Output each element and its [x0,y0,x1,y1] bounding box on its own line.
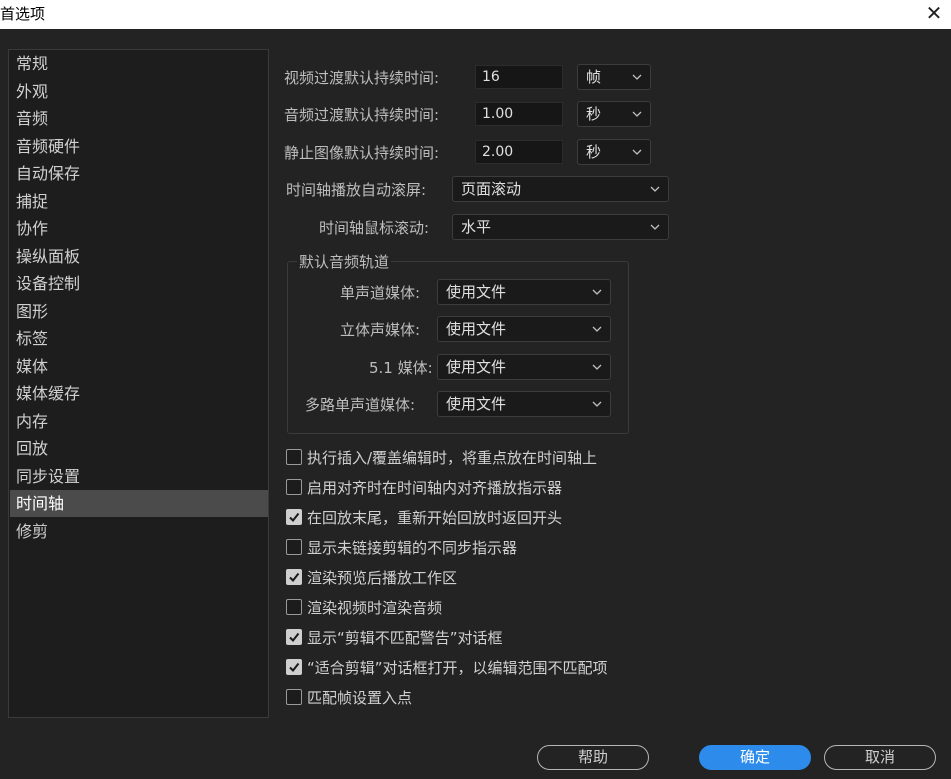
ok-button[interactable]: 确定 [699,745,811,770]
multimono-media-value: 使用文件 [446,395,507,413]
sidebar-item-capture[interactable]: 捕捉 [10,188,268,215]
window-title: 首选项 [0,5,46,23]
sidebar-item-media[interactable]: 媒体 [10,353,268,380]
default-audio-tracks-title: 默认音频轨道 [297,251,392,272]
checkmark-icon [289,632,300,643]
option-checkbox[interactable] [286,569,302,585]
still-image-unit-select[interactable]: 秒 [577,139,651,165]
multimono-media-label: 多路单声道媒体: [305,396,416,414]
video-transition-duration-label: 视频过渡默认持续时间: [284,69,440,87]
chevron-down-icon [650,224,660,230]
mono-media-value: 使用文件 [446,283,507,301]
sidebar-item-sync-settings[interactable]: 同步设置 [10,463,268,490]
chevron-down-icon [592,326,602,332]
checkmark-icon [289,572,300,583]
option-label: 执行插入/覆盖编辑时，将重点放在时间轴上 [307,449,598,467]
sidebar-item-trim[interactable]: 修剪 [10,518,268,545]
chevron-down-icon [592,289,602,295]
chevron-down-icon [592,401,602,407]
audio-transition-duration-input[interactable]: 1.00 [475,102,563,126]
help-button[interactable]: 帮助 [537,745,649,770]
sidebar-item-audio-hardware[interactable]: 音频硬件 [10,133,268,160]
video-transition-unit-select[interactable]: 帧 [577,64,651,90]
option-label: 显示未链接剪辑的不同步指示器 [307,539,518,557]
chevron-down-icon [632,111,642,117]
title-bar: 首选项 ✕ [0,0,951,29]
chevron-down-icon [592,364,602,370]
stereo-media-select[interactable]: 使用文件 [437,316,611,342]
sidebar-item-general[interactable]: 常规 [10,50,268,77]
timeline-mousescroll-value: 水平 [461,218,492,236]
stereo-media-value: 使用文件 [446,320,507,338]
option-checkbox[interactable] [286,659,302,675]
sidebar-item-media-cache[interactable]: 媒体缓存 [10,380,268,407]
option-checkbox[interactable] [286,689,302,705]
chevron-down-icon [632,149,642,155]
mono-media-select[interactable]: 使用文件 [437,279,611,305]
option-checkbox[interactable] [286,629,302,645]
option-checkbox[interactable] [286,509,302,525]
timeline-mousescroll-label: 时间轴鼠标滚动: [319,219,430,237]
chevron-down-icon [650,186,660,192]
audio-transition-unit-value: 秒 [586,105,602,123]
video-transition-duration-input[interactable]: 16 [475,65,563,89]
multimono-media-select[interactable]: 使用文件 [437,391,611,417]
sidebar-item-device-control[interactable]: 设备控制 [10,270,268,297]
option-checkbox[interactable] [286,479,302,495]
sidebar-item-collaboration[interactable]: 协作 [10,215,268,242]
chevron-down-icon [632,74,642,80]
surround-media-value: 使用文件 [446,358,507,376]
mono-media-label: 单声道媒体: [340,284,421,302]
option-label: “适合剪辑”对话框打开，以编辑范围不匹配项 [307,659,608,677]
surround-media-label: 5.1 媒体: [369,359,433,377]
timeline-mousescroll-select[interactable]: 水平 [452,214,669,240]
timeline-autoscroll-value: 页面滚动 [461,180,522,198]
still-image-duration-label: 静止图像默认持续时间: [284,144,440,162]
sidebar: 常规 外观 音频 音频硬件 自动保存 捕捉 协作 操纵面板 设备控制 图形 标签… [8,49,269,718]
checkmark-icon [289,662,300,673]
sidebar-item-appearance[interactable]: 外观 [10,78,268,105]
sidebar-item-labels[interactable]: 标签 [10,325,268,352]
option-checkbox[interactable] [286,599,302,615]
sidebar-item-control-surface[interactable]: 操纵面板 [10,243,268,270]
still-image-unit-value: 秒 [586,143,602,161]
still-image-duration-input[interactable]: 2.00 [475,140,563,164]
option-label: 渲染预览后播放工作区 [307,569,458,587]
sidebar-item-auto-save[interactable]: 自动保存 [10,160,268,187]
audio-transition-unit-select[interactable]: 秒 [577,101,651,127]
option-label: 启用对齐时在时间轴内对齐播放指示器 [307,479,563,497]
sidebar-item-graphics[interactable]: 图形 [10,298,268,325]
option-label: 匹配帧设置入点 [307,689,413,707]
option-checkbox[interactable] [286,539,302,555]
close-icon[interactable]: ✕ [923,2,945,24]
option-label: 渲染视频时渲染音频 [307,599,443,617]
sidebar-item-playback[interactable]: 回放 [10,435,268,462]
video-transition-unit-value: 帧 [586,68,602,86]
checkmark-icon [289,512,300,523]
stereo-media-label: 立体声媒体: [340,321,421,339]
timeline-autoscroll-select[interactable]: 页面滚动 [452,176,669,202]
sidebar-item-memory[interactable]: 内存 [10,408,268,435]
option-label: 在回放末尾，重新开始回放时返回开头 [307,509,563,527]
audio-transition-duration-label: 音频过渡默认持续时间: [284,106,440,124]
option-label: 显示“剪辑不匹配警告”对话框 [307,629,503,647]
cancel-button[interactable]: 取消 [824,745,936,770]
sidebar-item-timeline[interactable]: 时间轴 [10,490,268,517]
surround-media-select[interactable]: 使用文件 [437,354,611,380]
timeline-autoscroll-label: 时间轴播放自动滚屏: [286,181,427,199]
option-checkbox[interactable] [286,449,302,465]
sidebar-item-audio[interactable]: 音频 [10,105,268,132]
